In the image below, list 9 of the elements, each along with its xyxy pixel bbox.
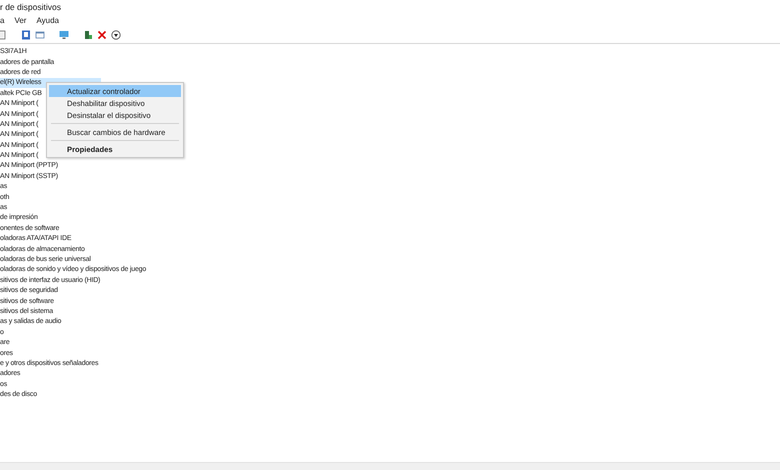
driver-icon[interactable] — [83, 30, 93, 40]
menu-item[interactable]: Ayuda — [36, 16, 60, 25]
window-title: r de dispositivos — [0, 2, 61, 12]
window-icon[interactable] — [35, 30, 45, 40]
monitor-icon[interactable] — [59, 30, 69, 40]
menu-item[interactable]: a — [0, 16, 4, 25]
download-icon[interactable] — [111, 30, 121, 40]
close-icon[interactable] — [97, 30, 107, 40]
menu-item[interactable]: Ver — [14, 16, 26, 25]
